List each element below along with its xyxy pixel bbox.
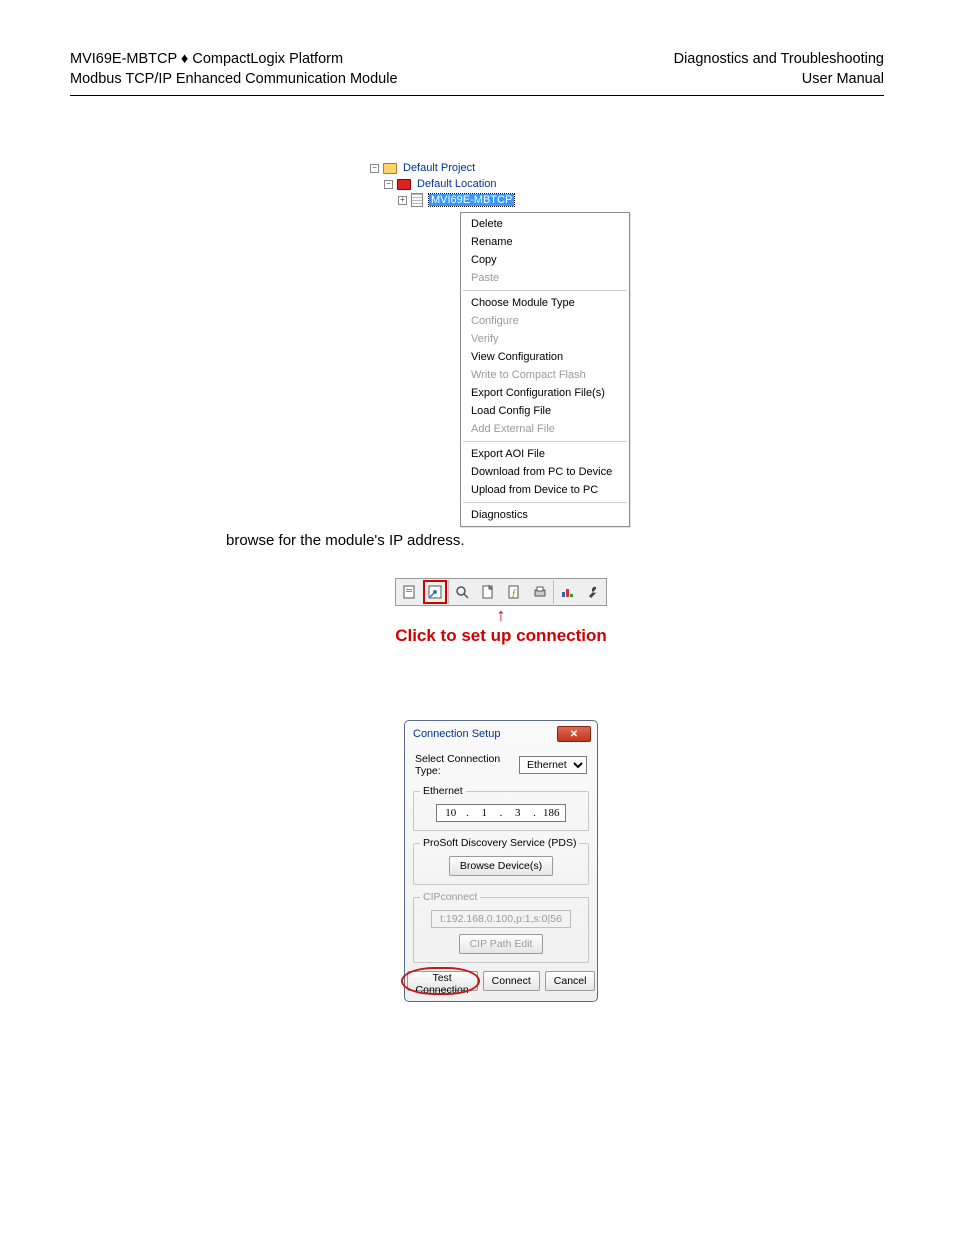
menu-item-load-config-file[interactable]: Load Config File: [461, 402, 629, 420]
cip-path-edit-button: CIP Path Edit: [459, 934, 544, 954]
menu-item-view-configuration[interactable]: View Configuration: [461, 348, 629, 366]
tree-location-label: Default Location: [417, 178, 497, 190]
cipconnect-legend: CIPconnect: [420, 891, 480, 903]
menu-item-configure: Configure: [461, 312, 629, 330]
header-right-line2: User Manual: [674, 70, 884, 90]
expand-icon[interactable]: +: [398, 196, 407, 205]
module-icon: [411, 193, 423, 207]
dialog-title: Connection Setup: [413, 728, 500, 740]
toolbar-connection-setup-icon[interactable]: [423, 580, 447, 604]
connection-type-select[interactable]: Ethernet: [519, 756, 587, 774]
menu-item-diagnostics[interactable]: Diagnostics: [461, 506, 629, 524]
tree-row-module[interactable]: + MVI69E-MBTCP: [398, 192, 650, 208]
tree-module-label: MVI69E-MBTCP: [429, 194, 514, 206]
menu-item-write-to-compact-flash: Write to Compact Flash: [461, 366, 629, 384]
connection-setup-dialog: Connection Setup ✕ Select Connection Typ…: [404, 720, 598, 1002]
ip-address-input[interactable]: 10. 1. 3. 186: [436, 804, 566, 822]
menu-item-delete[interactable]: Delete: [461, 215, 629, 233]
dialog-titlebar: Connection Setup ✕: [405, 721, 597, 747]
toolbar: ƒ: [395, 578, 607, 606]
folder-icon: [397, 179, 411, 190]
tree-project-label: Default Project: [403, 162, 475, 174]
connect-button[interactable]: Connect: [483, 971, 540, 991]
ethernet-legend: Ethernet: [420, 785, 466, 797]
header-left-line1: MVI69E-MBTCP ♦ CompactLogix Platform: [70, 50, 398, 70]
toolbar-doc-icon[interactable]: [397, 580, 421, 604]
menu-item-choose-module-type[interactable]: Choose Module Type: [461, 294, 629, 312]
collapse-icon[interactable]: −: [384, 180, 393, 189]
ip-octet-4[interactable]: 186: [538, 807, 566, 819]
arrow-up-icon: ↑: [395, 608, 607, 622]
toolbar-search-icon[interactable]: [450, 580, 474, 604]
ip-octet-3[interactable]: 3: [504, 807, 532, 819]
body-text: browse for the module's IP address.: [226, 532, 465, 549]
tree-row-location[interactable]: − Default Location: [384, 176, 650, 192]
header-left-line2: Modbus TCP/IP Enhanced Communication Mod…: [70, 70, 398, 90]
menu-item-rename[interactable]: Rename: [461, 233, 629, 251]
toolbar-printer-icon[interactable]: [528, 580, 552, 604]
toolbar-wrench-icon[interactable]: [581, 580, 605, 604]
toolbar-illustration: ƒ ↑ Click to set up connection: [395, 578, 607, 646]
toolbar-divider: [448, 580, 449, 604]
menu-item-copy[interactable]: Copy: [461, 251, 629, 269]
close-button[interactable]: ✕: [557, 726, 591, 742]
menu-separator: [463, 502, 627, 503]
browse-devices-button[interactable]: Browse Device(s): [449, 856, 553, 876]
toolbar-divider: [553, 580, 554, 604]
toolbar-script-icon[interactable]: ƒ: [502, 580, 526, 604]
connection-type-label: Select Connection Type:: [415, 753, 513, 777]
header-divider: [70, 95, 884, 96]
page-header: MVI69E-MBTCP ♦ CompactLogix Platform Mod…: [70, 50, 884, 89]
menu-item-export-aoi-file[interactable]: Export AOI File: [461, 445, 629, 463]
menu-item-download-from-pc-to-device[interactable]: Download from PC to Device: [461, 463, 629, 481]
ip-octet-2[interactable]: 1: [471, 807, 499, 819]
project-tree: − Default Project − Default Location + M…: [370, 160, 650, 527]
menu-item-add-external-file: Add External File: [461, 420, 629, 438]
pds-legend: ProSoft Discovery Service (PDS): [420, 837, 579, 849]
folder-icon: [383, 163, 397, 174]
toolbar-chart-icon[interactable]: [555, 580, 579, 604]
tree-row-project[interactable]: − Default Project: [370, 160, 650, 176]
pds-group: ProSoft Discovery Service (PDS) Browse D…: [413, 837, 589, 885]
collapse-icon[interactable]: −: [370, 164, 379, 173]
cipconnect-group: CIPconnect CIP Path Edit: [413, 891, 589, 963]
toolbar-caption: Click to set up connection: [395, 626, 607, 646]
toolbar-page-icon[interactable]: [476, 580, 500, 604]
menu-item-export-configuration-file-s[interactable]: Export Configuration File(s): [461, 384, 629, 402]
menu-item-verify: Verify: [461, 330, 629, 348]
cancel-button[interactable]: Cancel: [545, 971, 596, 991]
header-right-line1: Diagnostics and Troubleshooting: [674, 50, 884, 70]
test-connection-button[interactable]: Test Connection: [407, 971, 478, 991]
cip-path-input: [431, 910, 571, 928]
menu-item-upload-from-device-to-pc[interactable]: Upload from Device to PC: [461, 481, 629, 499]
menu-separator: [463, 441, 627, 442]
menu-separator: [463, 290, 627, 291]
ip-octet-1[interactable]: 10: [437, 807, 465, 819]
ethernet-group: Ethernet 10. 1. 3. 186: [413, 785, 589, 831]
context-menu: DeleteRenameCopyPaste Choose Module TypeC…: [460, 212, 630, 527]
menu-item-paste: Paste: [461, 269, 629, 287]
svg-text:ƒ: ƒ: [511, 587, 517, 599]
